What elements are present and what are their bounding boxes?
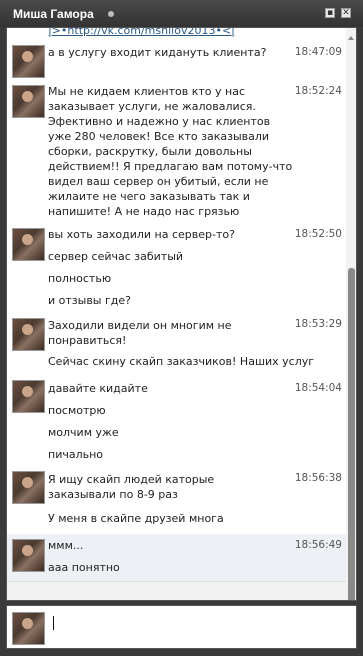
profile-link[interactable]: |>•http://vk.com/mshilov2013•<|: [48, 28, 235, 37]
avatar[interactable]: [12, 318, 45, 351]
title-bar: Миша Гамора ▪ ✕: [0, 0, 363, 27]
message: Заходили видели он многим не понравиться…: [7, 313, 346, 376]
message-time: 18:54:04: [294, 382, 342, 394]
scrollbar[interactable]: [348, 36, 355, 600]
avatar[interactable]: [12, 85, 45, 118]
avatar[interactable]: [12, 471, 45, 504]
chat-history: |>•http://vk.com/mshilov2013•<| а в услу…: [6, 27, 357, 601]
avatar: [12, 612, 45, 645]
scroll-down-icon[interactable]: [348, 588, 354, 592]
scroll-up-icon[interactable]: [348, 36, 354, 40]
message: а в услугу входит кидануть клиента? 18:4…: [7, 40, 346, 81]
message-time: 18:53:29: [294, 318, 342, 330]
minimize-button[interactable]: ▪: [325, 8, 335, 18]
message-time: 18:47:09: [294, 46, 342, 58]
online-status-icon: [108, 11, 114, 17]
message: давайте кидайте посмотрю молчим уже пича…: [7, 375, 346, 467]
message-time: 18:56:38: [294, 472, 342, 484]
message: вы хоть заходили на сервер-то? сервер се…: [7, 223, 346, 314]
message-time: 18:56:49: [294, 539, 342, 551]
avatar[interactable]: [12, 539, 45, 572]
message: Я ищу скайп людей каторые заказывали по …: [7, 466, 346, 535]
close-button[interactable]: ✕: [341, 8, 351, 18]
message-composer[interactable]: [6, 605, 357, 649]
scrollbar-thumb[interactable]: [348, 268, 355, 600]
message-list: |>•http://vk.com/mshilov2013•<| а в услу…: [7, 28, 346, 600]
avatar[interactable]: [12, 45, 45, 78]
text-caret: [53, 616, 54, 630]
message: ммм... ааа понятно 18:56:49: [7, 534, 346, 582]
window-title: Миша Гамора: [13, 7, 94, 21]
avatar[interactable]: [12, 380, 45, 413]
message-time: 18:52:24: [294, 85, 342, 97]
message: Мы не кидаем клиентов кто у нас заказыва…: [7, 80, 346, 233]
message-time: 18:52:50: [294, 228, 342, 240]
avatar[interactable]: [12, 228, 45, 261]
